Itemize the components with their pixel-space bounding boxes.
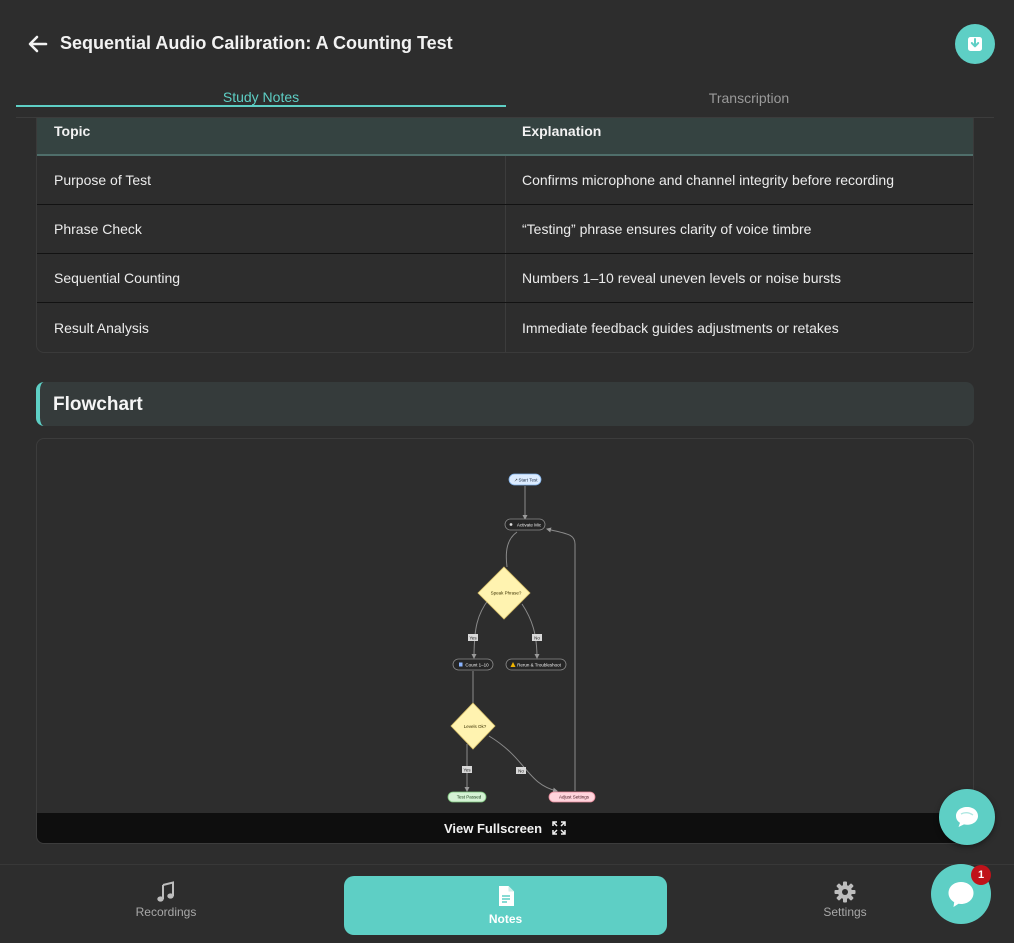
node-start-test: Start Test ↗ bbox=[508, 473, 542, 486]
page-title: Sequential Audio Calibration: A Counting… bbox=[60, 33, 453, 53]
node-speak-phrase: Speak Phrase? bbox=[477, 566, 531, 620]
svg-text:↗: ↗ bbox=[514, 478, 518, 483]
edge-label-yes: Yes bbox=[463, 768, 471, 773]
column-header-explanation: Explanation bbox=[522, 123, 602, 139]
download-icon bbox=[968, 37, 982, 51]
messenger-icon bbox=[948, 882, 974, 907]
arrow-left-icon bbox=[28, 35, 48, 53]
edge-label: No bbox=[532, 634, 542, 641]
node-activate-mic: Activate Mic bbox=[504, 518, 546, 531]
nav-recordings-label: Recordings bbox=[135, 905, 197, 919]
view-fullscreen-button[interactable]: View Fullscreen bbox=[37, 813, 973, 843]
chat-bubble-icon bbox=[956, 807, 978, 827]
node-test-passed: Test Passed bbox=[447, 791, 487, 803]
nav-settings[interactable]: Settings bbox=[795, 875, 895, 935]
column-header-topic: Topic bbox=[54, 123, 91, 139]
table-cell-explanation: “Testing” phrase ensures clarity of voic… bbox=[522, 221, 812, 237]
table-cell-explanation: Immediate feedback guides adjustments or… bbox=[522, 319, 839, 336]
edge-label: Yes bbox=[462, 766, 472, 773]
nav-notes-label: Notes bbox=[488, 912, 523, 926]
chat-button[interactable] bbox=[939, 789, 995, 845]
tab-bar: Study Notes Transcription bbox=[16, 84, 994, 118]
svg-text:Start Test: Start Test bbox=[519, 478, 539, 483]
download-button[interactable] bbox=[955, 24, 995, 64]
table-cell-explanation: Confirms microphone and channel integrit… bbox=[522, 172, 894, 188]
node-levels-ok: Levels Ok? bbox=[450, 702, 496, 750]
svg-text:Speak Phrase?: Speak Phrase? bbox=[491, 591, 522, 596]
nav-recordings[interactable]: Recordings bbox=[116, 875, 216, 935]
nav-settings-label: Settings bbox=[823, 905, 867, 919]
edge-label-no: No bbox=[518, 769, 524, 774]
edge-label-yes: Yes bbox=[469, 636, 477, 641]
table-row: Sequential Counting Numbers 1–10 reveal … bbox=[37, 254, 973, 303]
svg-text:Rerun & Troubleshoot: Rerun & Troubleshoot bbox=[517, 663, 562, 668]
app-header: Sequential Audio Calibration: A Counting… bbox=[0, 0, 1014, 88]
nav-notes[interactable]: Notes bbox=[344, 876, 667, 935]
edge-label: Yes bbox=[468, 634, 478, 641]
tab-study-notes[interactable]: Study Notes bbox=[16, 84, 506, 107]
table-row: Purpose of Test Confirms microphone and … bbox=[37, 156, 973, 205]
node-rerun: Rerun & Troubleshoot bbox=[505, 658, 567, 671]
flowchart-panel[interactable]: Yes No Yes No Start Test ↗ Activate Mic … bbox=[36, 438, 974, 844]
music-note-icon bbox=[157, 881, 174, 902]
back-button[interactable] bbox=[26, 32, 50, 56]
table-cell-topic: Result Analysis bbox=[37, 303, 506, 352]
edge-label-no: No bbox=[534, 636, 540, 641]
table-row: Phrase Check “Testing” phrase ensures cl… bbox=[37, 205, 973, 254]
flowchart-title: Flowchart bbox=[53, 394, 143, 415]
svg-text:Levels Ok?: Levels Ok? bbox=[464, 724, 487, 729]
table-cell-topic: Phrase Check bbox=[37, 205, 506, 253]
node-adjust-settings: Adjust Settings bbox=[548, 791, 596, 803]
document-icon bbox=[498, 886, 514, 906]
view-fullscreen-label: View Fullscreen bbox=[443, 820, 543, 836]
notification-badge: 1 bbox=[971, 865, 991, 885]
svg-text:Count 1–10: Count 1–10 bbox=[465, 663, 489, 668]
edge-label: No bbox=[516, 767, 526, 774]
table-cell-explanation: Numbers 1–10 reveal uneven levels or noi… bbox=[522, 270, 842, 286]
node-count: Count 1–10 bbox=[452, 658, 494, 671]
table-cell-topic: Sequential Counting bbox=[37, 254, 506, 302]
flowchart-edges bbox=[464, 486, 576, 793]
gear-icon bbox=[834, 881, 856, 903]
svg-text:Test Passed: Test Passed bbox=[457, 795, 482, 800]
expand-icon bbox=[552, 821, 566, 835]
table-cell-topic: Purpose of Test bbox=[37, 156, 506, 204]
table-row: Result Analysis Immediate feedback guide… bbox=[37, 303, 973, 352]
flowchart-section-header: Flowchart bbox=[36, 382, 974, 426]
svg-text:Activate Mic: Activate Mic bbox=[517, 523, 542, 528]
table-header: Topic Explanation bbox=[37, 118, 973, 156]
tab-transcription[interactable]: Transcription bbox=[504, 84, 994, 118]
notes-table: Topic Explanation Purpose of Test Confir… bbox=[36, 118, 974, 353]
svg-text:Adjust Settings: Adjust Settings bbox=[559, 795, 590, 800]
flowchart-diagram: Yes No Yes No Start Test ↗ Activate Mic … bbox=[447, 473, 596, 803]
bottom-navigation: Recordings Notes Settings bbox=[0, 864, 1014, 943]
